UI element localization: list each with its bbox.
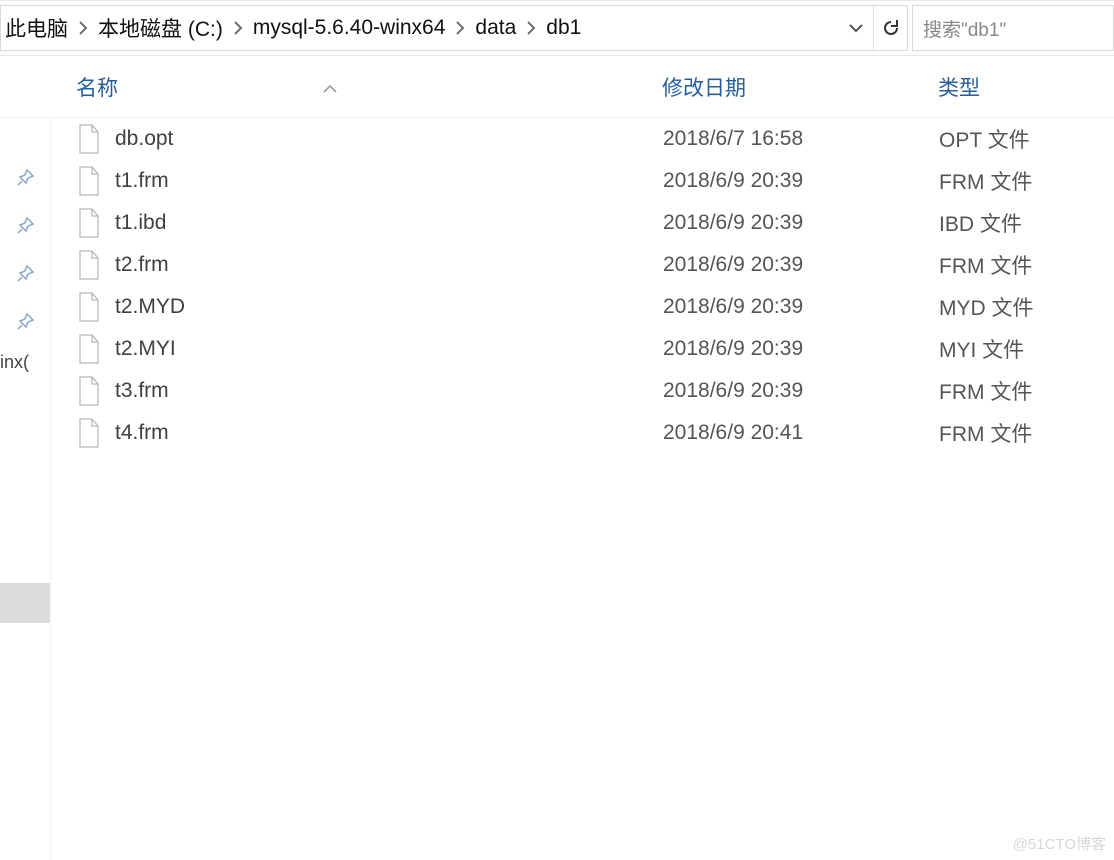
pin-icon[interactable] <box>0 298 50 346</box>
refresh-button[interactable] <box>873 6 907 50</box>
file-row[interactable]: t2.frm 2018/6/9 20:39FRM 文件 <box>51 244 1114 286</box>
sidebar-selected-item[interactable] <box>0 583 50 623</box>
file-date: 2018/6/9 20:39 <box>641 295 929 319</box>
breadcrumb: 此电脑 本地磁盘 (C:) mysql-5.6.40-winx64 data d… <box>1 13 839 43</box>
file-icon <box>77 166 101 196</box>
file-name-cell: t2.MYI <box>51 334 641 364</box>
file-type: IBD 文件 <box>929 208 1114 238</box>
file-name-cell: t3.frm <box>51 376 641 406</box>
file-name-cell: t4.frm <box>51 418 641 448</box>
file-row[interactable]: t4.frm 2018/6/9 20:41FRM 文件 <box>51 412 1114 454</box>
search-placeholder: 搜索"db1" <box>913 15 1113 42</box>
file-type: FRM 文件 <box>929 418 1114 448</box>
file-date: 2018/6/9 20:41 <box>641 421 929 445</box>
file-name: t2.MYI <box>115 337 176 361</box>
file-row[interactable]: t2.MYI 2018/6/9 20:39MYI 文件 <box>51 328 1114 370</box>
pin-icon[interactable] <box>0 250 50 298</box>
file-icon <box>77 334 101 364</box>
chevron-right-icon[interactable] <box>225 21 251 35</box>
sort-ascending-icon <box>322 76 338 100</box>
file-name-cell: db.opt <box>51 124 641 154</box>
file-name-cell: t1.frm <box>51 166 641 196</box>
breadcrumb-item[interactable]: 本地磁盘 (C:) <box>96 13 225 43</box>
toolbar: 此电脑 本地磁盘 (C:) mysql-5.6.40-winx64 data d… <box>0 0 1114 56</box>
address-bar[interactable]: 此电脑 本地磁盘 (C:) mysql-5.6.40-winx64 data d… <box>0 5 908 51</box>
file-name-cell: t2.MYD <box>51 292 641 322</box>
file-icon <box>77 376 101 406</box>
file-row[interactable]: t1.frm 2018/6/9 20:39FRM 文件 <box>51 160 1114 202</box>
file-icon <box>77 124 101 154</box>
file-date: 2018/6/9 20:39 <box>641 169 929 193</box>
file-name: t1.ibd <box>115 211 166 235</box>
column-headers: 名称 修改日期 类型 <box>0 56 1114 118</box>
file-icon <box>77 208 101 238</box>
file-type: FRM 文件 <box>929 376 1114 406</box>
column-header-type[interactable]: 类型 <box>928 72 1114 102</box>
file-name: t2.MYD <box>115 295 185 319</box>
breadcrumb-item[interactable]: mysql-5.6.40-winx64 <box>251 16 448 40</box>
chevron-right-icon[interactable] <box>70 21 96 35</box>
file-type: FRM 文件 <box>929 166 1114 196</box>
pin-icon[interactable] <box>0 202 50 250</box>
file-row[interactable]: t2.MYD 2018/6/9 20:39MYD 文件 <box>51 286 1114 328</box>
file-row[interactable]: t1.ibd 2018/6/9 20:39IBD 文件 <box>51 202 1114 244</box>
file-name: db.opt <box>115 127 173 151</box>
search-input[interactable]: 搜索"db1" <box>912 5 1114 51</box>
breadcrumb-item[interactable]: data <box>473 16 518 40</box>
breadcrumb-item[interactable]: db1 <box>544 16 583 40</box>
file-type: OPT 文件 <box>929 124 1114 154</box>
chevron-right-icon[interactable] <box>518 21 544 35</box>
file-icon <box>77 250 101 280</box>
sidebar-item-truncated[interactable]: inx( <box>0 346 50 373</box>
file-date: 2018/6/9 20:39 <box>641 337 929 361</box>
file-row[interactable]: db.opt 2018/6/7 16:58OPT 文件 <box>51 118 1114 160</box>
file-name-cell: t2.frm <box>51 250 641 280</box>
column-header-date[interactable]: 修改日期 <box>640 72 928 102</box>
file-date: 2018/6/9 20:39 <box>641 253 929 277</box>
history-dropdown-button[interactable] <box>839 6 873 50</box>
file-icon <box>77 418 101 448</box>
file-date: 2018/6/9 20:39 <box>641 211 929 235</box>
file-row[interactable]: t3.frm 2018/6/9 20:39FRM 文件 <box>51 370 1114 412</box>
file-name: t1.frm <box>115 169 169 193</box>
file-list: db.opt 2018/6/7 16:58OPT 文件 t1.frm 2018/6/9… <box>50 118 1114 860</box>
pin-icon[interactable] <box>0 154 50 202</box>
breadcrumb-item[interactable]: 此电脑 <box>3 13 70 43</box>
column-header-label: 名称 <box>76 72 118 102</box>
file-date: 2018/6/7 16:58 <box>641 127 929 151</box>
column-header-name[interactable]: 名称 <box>50 72 640 102</box>
file-type: FRM 文件 <box>929 250 1114 280</box>
file-name-cell: t1.ibd <box>51 208 641 238</box>
column-header-label: 类型 <box>938 72 980 102</box>
file-name: t3.frm <box>115 379 169 403</box>
file-date: 2018/6/9 20:39 <box>641 379 929 403</box>
file-type: MYI 文件 <box>929 334 1114 364</box>
chevron-right-icon[interactable] <box>447 21 473 35</box>
column-header-label: 修改日期 <box>662 72 746 102</box>
file-name: t4.frm <box>115 421 169 445</box>
file-icon <box>77 292 101 322</box>
watermark: @51CTO博客 <box>1013 833 1106 854</box>
file-name: t2.frm <box>115 253 169 277</box>
navigation-sidebar-fragment: inx( <box>0 118 50 623</box>
file-type: MYD 文件 <box>929 292 1114 322</box>
